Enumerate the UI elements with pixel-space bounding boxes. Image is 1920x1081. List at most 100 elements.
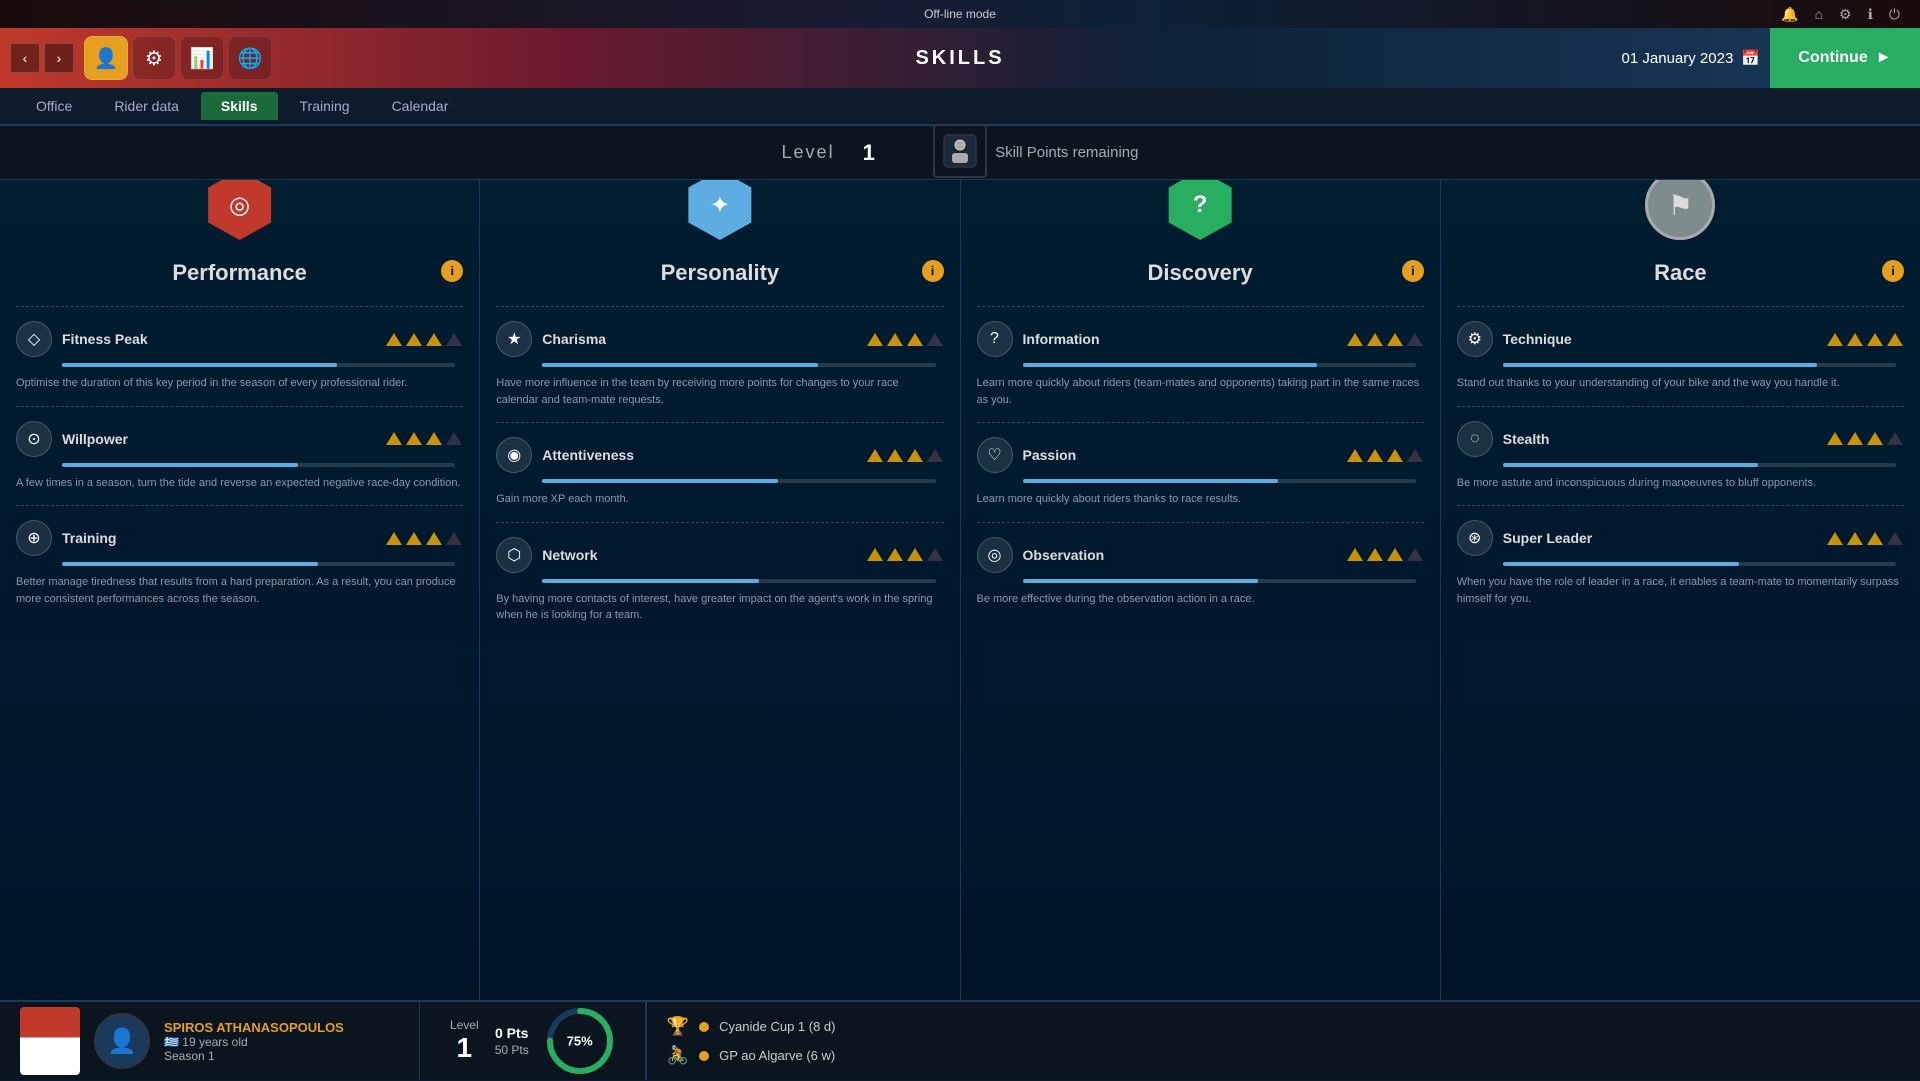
nav-globe-icon[interactable]: 🌐 (228, 36, 272, 80)
nav-rider-icon[interactable]: 👤 (84, 36, 128, 80)
info-icon[interactable]: ℹ (1868, 6, 1873, 23)
willpower-bar (62, 463, 455, 467)
personality-column: ✦ i Personality ★ Charisma Have more (480, 180, 960, 1000)
t-star-4 (446, 532, 462, 545)
skill-training: ⊕ Training Better manage tiredness that … (16, 520, 463, 607)
progress-circle: 75% (545, 1006, 615, 1076)
observation-desc: Be more effective during the observation… (977, 591, 1424, 608)
stealth-name: Stealth (1503, 431, 1816, 447)
technique-stars (1826, 333, 1904, 346)
technique-icon: ⚙ (1457, 321, 1493, 357)
attentiveness-desc: Gain more XP each month. (496, 491, 943, 508)
willpower-desc: A few times in a season, turn the tide a… (16, 475, 463, 492)
divider-1 (16, 306, 463, 307)
training-icon: ⊕ (16, 520, 52, 556)
skill-stealth: ◌ Stealth Be more astute and inconspicuo… (1457, 421, 1904, 492)
performance-hex-icon: ◎ (205, 180, 275, 240)
information-desc: Learn more quickly about riders (team-ma… (977, 375, 1424, 408)
fitness-peak-desc: Optimise the duration of this key period… (16, 375, 463, 392)
tab-office[interactable]: Office (16, 92, 92, 120)
bottom-level-num: 1 (450, 1032, 479, 1064)
tab-rider-data[interactable]: Rider data (94, 92, 199, 120)
nav-arrows: ‹ › (10, 43, 74, 73)
level-number: 1 (863, 140, 875, 166)
race-info-badge[interactable]: i (1882, 260, 1904, 282)
fitness-peak-name: Fitness Peak (62, 331, 375, 347)
power-icon[interactable]: ⏻ (1889, 6, 1900, 23)
training-desc: Better manage tiredness that results fro… (16, 574, 463, 607)
performance-header: i Performance (16, 260, 463, 286)
rider-age: 19 years old (182, 1035, 247, 1049)
information-icon: ? (977, 321, 1013, 357)
skill-charisma: ★ Charisma Have more influence in the te… (496, 321, 943, 408)
passion-desc: Learn more quickly about riders thanks t… (977, 491, 1424, 508)
discovery-info-badge[interactable]: i (1402, 260, 1424, 282)
race-column: ⚑ i Race ⚙ Technique Stand out thank (1441, 180, 1920, 1000)
tab-skills[interactable]: Skills (201, 92, 278, 120)
discovery-title: Discovery (977, 260, 1424, 286)
level-label: Level (782, 142, 835, 163)
back-arrow[interactable]: ‹ (10, 43, 40, 73)
nav-title: SKILLS (915, 47, 1004, 70)
calendar-icon[interactable]: 📅 (1741, 49, 1760, 67)
race-dot-1 (699, 1022, 709, 1032)
rider-info: SPIROS ATHANASOPOULOS 🇬🇷 19 years old Se… (164, 1020, 399, 1063)
settings-icon[interactable]: ⚙ (1839, 6, 1852, 23)
nav-team-icon[interactable]: ⚙ (132, 36, 176, 80)
passion-stars (1346, 449, 1424, 462)
continue-label: Continue (1798, 49, 1867, 67)
willpower-stars (385, 432, 463, 445)
trophy-icon: 🏆 (667, 1016, 689, 1037)
network-icon: ⬡ (496, 537, 532, 573)
forward-arrow[interactable]: › (44, 43, 74, 73)
pts-max: 50 Pts (495, 1043, 529, 1057)
network-name: Network (542, 547, 855, 563)
w-star-1 (386, 432, 402, 445)
willpower-icon: ⊙ (16, 421, 52, 457)
t-star-3 (426, 532, 442, 545)
discovery-column: ? i Discovery ? Information Learn mo (961, 180, 1441, 1000)
race-section: 🏆 Cyanide Cup 1 (8 d) 🚴 GP ao Algarve (6… (647, 1016, 1920, 1066)
observation-name: Observation (1023, 547, 1336, 563)
charisma-icon: ★ (496, 321, 532, 357)
continue-button[interactable]: Continue ► (1770, 28, 1920, 88)
tab-calendar[interactable]: Calendar (372, 92, 469, 120)
super-leader-bar (1503, 562, 1896, 566)
w-star-3 (426, 432, 442, 445)
bottom-bar: 👤 SPIROS ATHANASOPOULOS 🇬🇷 19 years old … (0, 1000, 1920, 1080)
bike-icon: 🚴 (667, 1045, 689, 1066)
technique-name: Technique (1503, 331, 1816, 347)
continue-arrow-icon: ► (1876, 49, 1892, 67)
t-star-1 (386, 532, 402, 545)
attentiveness-icon: ◉ (496, 437, 532, 473)
network-bar (542, 579, 935, 583)
star-2 (406, 333, 422, 346)
home-icon[interactable]: ⌂ (1815, 6, 1823, 22)
pts-current: 0 Pts (495, 1025, 528, 1041)
stealth-desc: Be more astute and inconspicuous during … (1457, 475, 1904, 492)
super-leader-name: Super Leader (1503, 530, 1816, 546)
skill-information: ? Information Learn more quickly about r… (977, 321, 1424, 408)
information-bar (1023, 363, 1416, 367)
skill-fitness-peak: ◇ Fitness Peak Optimise the duration of … (16, 321, 463, 392)
skill-willpower: ⊙ Willpower A few times in a season, tur… (16, 421, 463, 492)
tab-training[interactable]: Training (280, 92, 370, 120)
pts-display: 0 Pts 50 Pts (495, 1025, 529, 1057)
passion-bar (1023, 479, 1416, 483)
willpower-name: Willpower (62, 431, 375, 447)
personality-info-badge[interactable]: i (922, 260, 944, 282)
race-dot-2 (699, 1051, 709, 1061)
level-display: Level 1 (450, 1018, 479, 1064)
charisma-stars (866, 333, 944, 346)
super-leader-desc: When you have the role of leader in a ra… (1457, 574, 1904, 607)
nav-stats-icon[interactable]: 📊 (180, 36, 224, 80)
passion-name: Passion (1023, 447, 1336, 463)
skill-passion: ♡ Passion Learn more quickly about rider… (977, 437, 1424, 508)
nav-bar: ‹ › 👤 ⚙ 📊 🌐 SKILLS 01 January 2023 📅 Con… (0, 28, 1920, 88)
level-section: Level 1 0 Pts 50 Pts 75% (420, 1002, 646, 1080)
bell-icon[interactable]: 🔔 (1781, 6, 1798, 23)
technique-desc: Stand out thanks to your understanding o… (1457, 375, 1904, 392)
skill-super-leader: ⊛ Super Leader When you have the role of… (1457, 520, 1904, 607)
fitness-peak-icon: ◇ (16, 321, 52, 357)
rider-season: Season 1 (164, 1049, 399, 1063)
